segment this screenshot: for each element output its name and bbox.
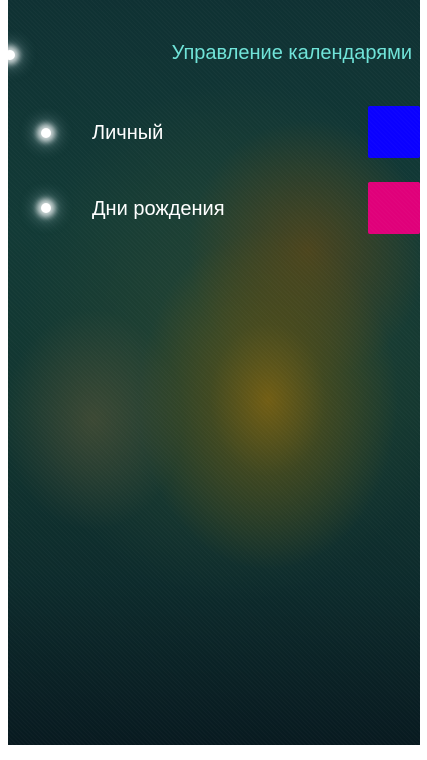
calendar-color-swatch[interactable] [368,182,420,234]
calendar-item-label: Дни рождения [92,198,225,220]
calendar-item-personal[interactable]: Личный [8,106,420,162]
calendar-item-label: Личный [92,122,164,144]
glow-dot-icon [41,203,51,213]
calendar-color-swatch[interactable] [368,106,420,158]
calendar-management-screen: Управление календарями Личный Дни рожден… [8,0,420,745]
header-glow-dot-icon [8,50,15,60]
page-title: Управление календарями [171,42,412,64]
glow-dot-icon [41,128,51,138]
calendar-item-birthdays[interactable]: Дни рождения [8,182,420,238]
